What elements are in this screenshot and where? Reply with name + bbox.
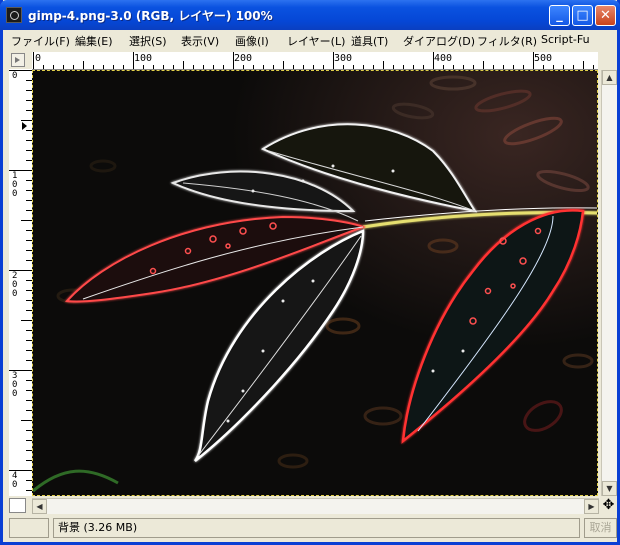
ruler-label: 400 bbox=[434, 53, 453, 64]
scroll-right-button[interactable]: ▶ bbox=[584, 499, 599, 514]
arrow-down-icon: ▼ bbox=[606, 484, 613, 493]
minimize-icon: _ bbox=[556, 8, 563, 23]
menu-view[interactable]: 表示(V) bbox=[181, 33, 219, 49]
ruler-label: 1 0 0 bbox=[12, 171, 18, 199]
ruler-label: 300 bbox=[334, 53, 353, 64]
scroll-up-button[interactable]: ▲ bbox=[602, 70, 617, 85]
ruler-label: 100 bbox=[134, 53, 153, 64]
scroll-down-button[interactable]: ▼ bbox=[602, 481, 617, 496]
arrow-left-icon: ◀ bbox=[36, 502, 43, 511]
vertical-scrollbar[interactable]: ▲ ▼ bbox=[601, 70, 617, 496]
navigate-button[interactable]: ✥ bbox=[601, 498, 616, 513]
horizontal-ruler[interactable]: 0 100 200 300 400 500 bbox=[32, 52, 598, 70]
menu-file[interactable]: ファイル(F) bbox=[11, 33, 70, 49]
ruler-label: 0 bbox=[35, 53, 42, 64]
image-canvas[interactable] bbox=[32, 70, 598, 496]
cancel-button[interactable]: 取消 bbox=[584, 518, 617, 538]
leaf-edge-image bbox=[33, 71, 597, 495]
menu-select[interactable]: 選択(S) bbox=[129, 33, 167, 49]
minimize-button[interactable]: _ bbox=[549, 5, 570, 26]
menu-script-fu[interactable]: Script-Fu bbox=[541, 33, 590, 46]
vertical-ruler[interactable]: 0 1 0 0 2 0 0 3 0 0 4 0 bbox=[9, 69, 33, 496]
status-bar: 背景 (3.26 MB) 取消 bbox=[3, 515, 617, 541]
horizontal-ruler-ticks bbox=[33, 52, 594, 69]
menu-tools[interactable]: 道具(T) bbox=[351, 33, 388, 49]
ruler-label: 2 0 0 bbox=[12, 271, 18, 299]
ruler-label: 500 bbox=[534, 53, 553, 64]
menu-dialogs[interactable]: ダイアログ(D) bbox=[403, 33, 475, 49]
ruler-label: 200 bbox=[234, 53, 253, 64]
menu-image[interactable]: 画像(I) bbox=[235, 33, 269, 49]
maximize-button[interactable]: □ bbox=[572, 5, 593, 26]
menu-edit[interactable]: 編集(E) bbox=[75, 33, 113, 49]
ruler-label: 3 0 0 bbox=[12, 371, 18, 399]
menu-filters[interactable]: フィルタ(R) bbox=[477, 33, 537, 49]
ruler-menu-button[interactable] bbox=[11, 53, 25, 67]
maximize-icon: □ bbox=[576, 8, 589, 23]
image-window: gimp-4.png-3.0 (RGB, レイヤー) 100% _ □ ✕ ファ… bbox=[0, 0, 620, 545]
menu-layer[interactable]: レイヤー(L) bbox=[287, 33, 345, 49]
close-button[interactable]: ✕ bbox=[595, 5, 616, 26]
arrow-right-icon: ▶ bbox=[588, 502, 595, 511]
arrow-up-icon: ▲ bbox=[606, 73, 613, 82]
title-bar[interactable]: gimp-4.png-3.0 (RGB, レイヤー) 100% _ □ ✕ bbox=[0, 0, 620, 30]
status-indicator bbox=[9, 518, 49, 538]
scroll-left-button[interactable]: ◀ bbox=[32, 499, 47, 514]
quick-mask-toggle[interactable] bbox=[9, 498, 26, 513]
window-title: gimp-4.png-3.0 (RGB, レイヤー) 100% bbox=[28, 9, 273, 23]
ruler-label: 0 bbox=[12, 71, 18, 81]
close-icon: ✕ bbox=[600, 8, 611, 23]
horizontal-scrollbar[interactable]: ◀ ▶ bbox=[32, 498, 599, 514]
status-text: 背景 (3.26 MB) bbox=[53, 518, 580, 538]
app-icon[interactable] bbox=[6, 7, 22, 23]
menu-bar: ファイル(F) 編集(E) 選択(S) 表示(V) 画像(I) レイヤー(L) … bbox=[3, 30, 617, 50]
ruler-label: 4 0 bbox=[12, 471, 18, 490]
navigate-icon: ✥ bbox=[602, 497, 615, 513]
